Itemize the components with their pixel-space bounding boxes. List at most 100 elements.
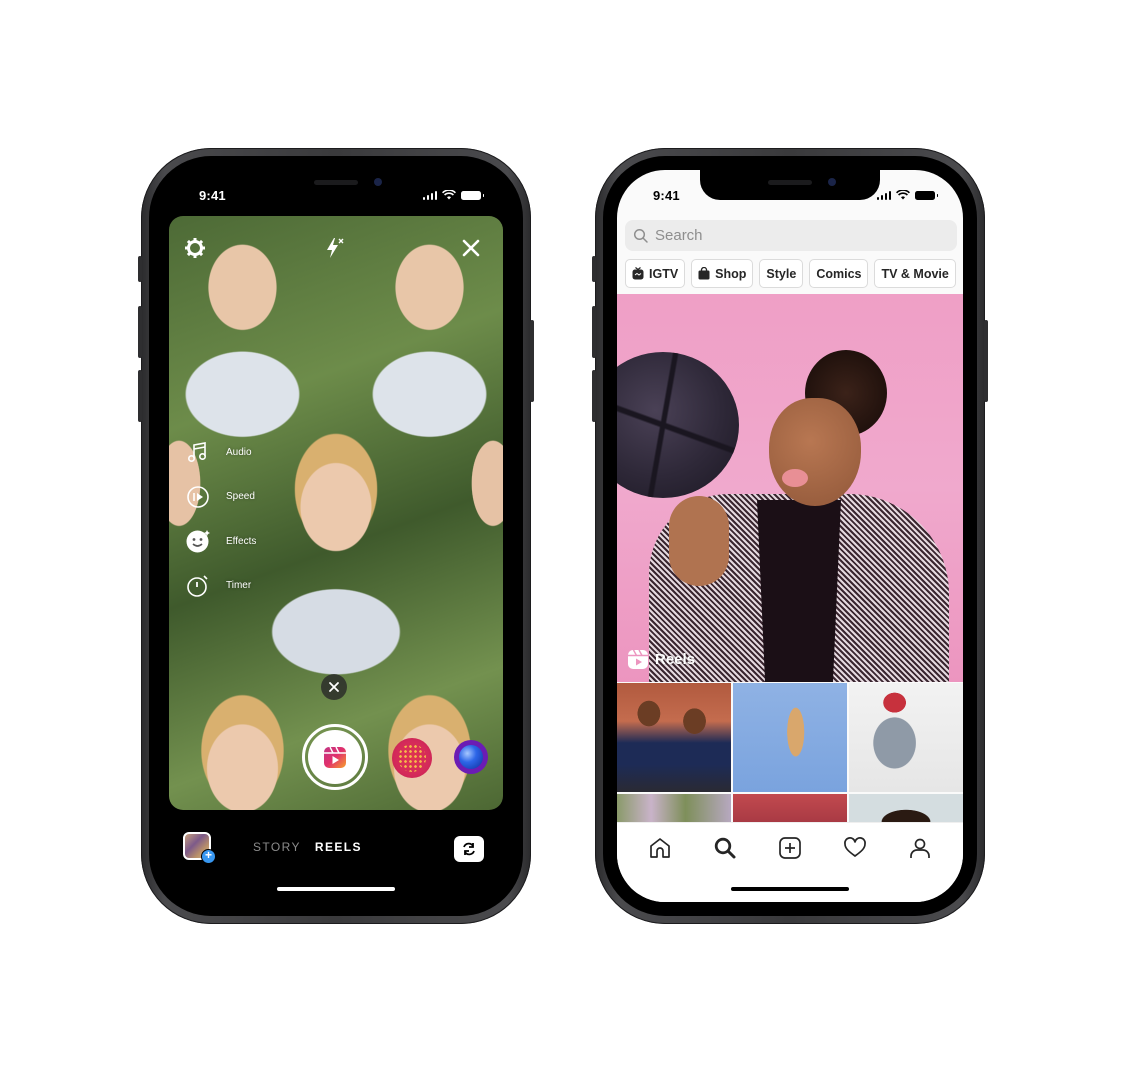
tool-label: Audio <box>226 446 252 458</box>
battery-icon <box>915 190 938 200</box>
volume-up-button <box>138 306 142 358</box>
chip-label: Style <box>766 266 797 281</box>
record-button[interactable] <box>302 724 368 790</box>
hero-basketball <box>617 352 739 498</box>
reels-hero-tile[interactable]: Reels <box>617 294 963 682</box>
topic-chips: IGTV Shop Style Comics TV & Movie <box>625 259 963 289</box>
explore-grid <box>617 683 963 822</box>
search-input[interactable]: Search <box>625 220 957 251</box>
status-time: 9:41 <box>653 187 680 203</box>
battery-icon <box>461 190 484 200</box>
timer-icon <box>185 573 211 599</box>
reels-icon <box>627 648 649 670</box>
tab-reels[interactable]: REELS <box>315 840 362 854</box>
effect-blue-orb[interactable] <box>454 740 488 774</box>
add-post-icon <box>779 837 801 859</box>
reels-label-text: Reels <box>655 650 696 668</box>
flip-camera-icon <box>463 842 475 856</box>
grid-tile[interactable] <box>617 683 731 792</box>
home-icon <box>649 838 670 858</box>
chip-style[interactable]: Style <box>759 259 804 288</box>
mute-switch <box>138 256 142 282</box>
chip-shop[interactable]: Shop <box>691 259 754 288</box>
reels-label: Reels <box>627 648 695 670</box>
chip-igtv[interactable]: IGTV <box>625 259 686 288</box>
signal-icon <box>422 190 437 200</box>
notch <box>246 170 426 200</box>
explore-screen: 9:41 Search IGTV Shop Style Comics TV & … <box>617 170 963 902</box>
profile-icon <box>910 838 931 858</box>
tab-story[interactable]: STORY <box>253 840 301 854</box>
chip-label: IGTV <box>649 266 679 281</box>
close-icon <box>462 239 480 257</box>
wifi-icon <box>896 190 910 200</box>
speaker <box>768 180 812 185</box>
tab-search[interactable] <box>710 833 740 863</box>
tab-profile[interactable] <box>905 833 935 863</box>
front-camera <box>828 178 836 186</box>
side-tools: Audio Speed Effects Timer <box>185 430 256 608</box>
front-camera <box>374 178 382 186</box>
volume-down-button <box>592 370 596 422</box>
status-icons <box>422 190 484 200</box>
heart-icon <box>844 837 867 857</box>
shutter-inner <box>308 730 362 784</box>
close-button[interactable] <box>457 234 485 262</box>
grid-tile[interactable] <box>849 683 963 792</box>
chip-comics[interactable]: Comics <box>809 259 869 288</box>
speaker <box>314 180 358 185</box>
hero-figure-shirt <box>757 500 841 682</box>
mode-tabs: STORY REELS <box>253 840 362 854</box>
chip-label: TV & Movie <box>881 266 949 281</box>
grid-tile[interactable] <box>617 794 731 822</box>
signal-icon <box>876 190 891 200</box>
chip-tv-movies[interactable]: TV & Movie <box>874 259 956 288</box>
discard-clip-button[interactable] <box>321 674 347 700</box>
search-placeholder: Search <box>655 227 703 244</box>
tool-speed[interactable]: Speed <box>185 475 256 520</box>
settings-button[interactable] <box>181 234 209 262</box>
tool-audio[interactable]: Audio <box>185 430 256 475</box>
tool-label: Timer <box>226 580 252 592</box>
hero-figure-hand <box>669 496 729 586</box>
power-button <box>984 320 988 402</box>
tab-new-post[interactable] <box>775 833 805 863</box>
chip-label: Shop <box>715 266 747 281</box>
effect-orb <box>459 745 483 769</box>
notch <box>700 170 880 200</box>
volume-up-button <box>592 306 596 358</box>
grid-tile[interactable] <box>849 794 963 822</box>
search-icon <box>714 837 736 859</box>
wifi-icon <box>442 190 456 200</box>
shopping-bag-icon <box>698 267 710 280</box>
face-effect-icon <box>185 528 211 554</box>
gear-icon <box>185 238 205 258</box>
grid-tile[interactable] <box>733 683 847 792</box>
tool-effects[interactable]: Effects <box>185 519 256 564</box>
phone-explore: 9:41 Search IGTV Shop Style Comics TV & … <box>592 148 988 924</box>
flip-camera-button[interactable] <box>454 836 484 862</box>
tool-label: Effects <box>226 535 257 547</box>
grid-tile[interactable] <box>733 794 847 822</box>
reels-icon <box>324 746 346 768</box>
close-icon <box>329 682 339 692</box>
camera-viewfinder[interactable]: Audio Speed Effects Timer <box>169 216 503 810</box>
speed-icon <box>185 484 211 510</box>
tab-activity[interactable] <box>840 833 870 863</box>
home-indicator[interactable] <box>277 887 395 891</box>
camera-screen: 9:41 Audio Speed Effects Timer + STORY R… <box>163 170 509 902</box>
tab-home[interactable] <box>645 833 675 863</box>
tool-timer[interactable]: Timer <box>185 564 256 609</box>
phone-camera: 9:41 Audio Speed Effects Timer + STORY R… <box>138 148 534 924</box>
home-indicator[interactable] <box>731 887 849 891</box>
igtv-icon <box>632 267 644 280</box>
status-icons <box>876 190 938 200</box>
hero-figure-tongue <box>782 469 808 487</box>
music-note-icon <box>185 439 211 465</box>
add-badge: + <box>201 849 216 864</box>
volume-down-button <box>138 370 142 422</box>
tool-label: Speed <box>226 491 255 503</box>
status-time: 9:41 <box>199 187 226 203</box>
flash-button[interactable] <box>320 234 348 262</box>
effect-sparkle[interactable] <box>392 738 432 778</box>
